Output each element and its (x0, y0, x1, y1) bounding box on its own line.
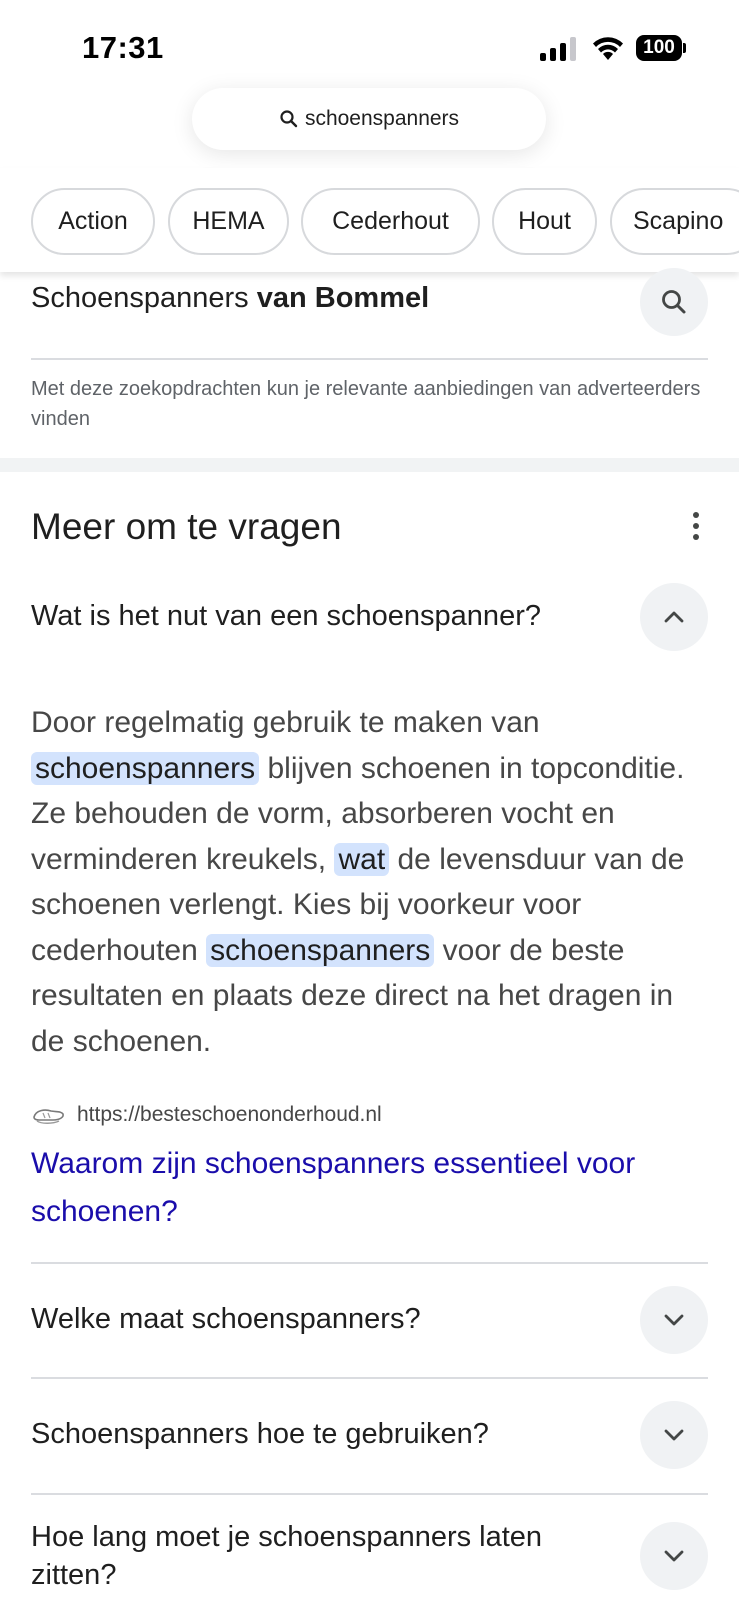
paa-heading: Meer om te vragen (31, 506, 342, 547)
chip-hema[interactable]: HEMA (168, 188, 289, 255)
expand-button[interactable] (640, 1401, 708, 1469)
related-search-button[interactable] (640, 268, 708, 336)
chevron-down-icon (664, 1429, 684, 1441)
ad-disclaimer: Met deze zoekopdrachten kun je relevante… (31, 378, 701, 430)
expand-button[interactable] (640, 1522, 708, 1590)
chevron-down-icon (664, 1314, 684, 1326)
search-icon (280, 110, 298, 128)
status-bar: 17:31 100 (0, 0, 739, 90)
related-search-item[interactable]: Schoenspanners van Bommel (31, 268, 708, 358)
chip-cederhout[interactable]: Cederhout (301, 188, 480, 255)
search-icon (662, 290, 686, 314)
divider (31, 358, 708, 360)
chip-action[interactable]: Action (31, 188, 155, 255)
source-url: https://besteschoenonderhoud.nl (77, 1103, 382, 1126)
paa-question-expanded[interactable]: Wat is het nut van een schoenspanner? (31, 578, 708, 658)
source-row[interactable]: https://besteschoenonderhoud.nl (31, 1100, 382, 1130)
chevron-down-icon (664, 1550, 684, 1562)
section-separator (0, 458, 739, 472)
highlight-term: schoenspanners (206, 933, 435, 967)
wifi-icon (593, 37, 623, 60)
paa-question[interactable]: Welke maat schoenspanners? (31, 1280, 708, 1360)
battery-icon: 100 (636, 35, 686, 61)
search-query: schoenspanners (304, 107, 460, 130)
cellular-signal-icon (540, 37, 576, 61)
shoe-tree-favicon-icon (33, 1109, 64, 1124)
paa-question-label: Hoe lang moet je schoenspanners laten zi… (31, 1521, 543, 1591)
divider (31, 1493, 708, 1495)
divider (31, 1262, 708, 1264)
more-options-icon[interactable] (688, 512, 704, 542)
chip-hout[interactable]: Hout (492, 188, 597, 255)
chip-scapino[interactable]: Scapino (610, 188, 739, 255)
collapse-button[interactable] (640, 583, 708, 651)
battery-level: 100 (636, 35, 682, 61)
source-title-link[interactable]: Waarom zijn schoenspanners essentieel vo… (31, 1140, 691, 1236)
highlight-term: schoenspanners (31, 751, 260, 785)
search-bar[interactable]: schoenspanners (192, 88, 546, 150)
paa-question-label: Schoenspanners hoe te gebruiken? (31, 1418, 489, 1450)
paa-question[interactable]: Hoe lang moet je schoenspanners laten zi… (31, 1510, 708, 1600)
paa-answer: Door regelmatig gebruik te maken van sch… (31, 706, 685, 1058)
chevron-up-icon (664, 611, 684, 623)
divider (31, 1377, 708, 1379)
status-time: 17:31 (82, 30, 164, 65)
paa-question-label: Wat is het nut van een schoenspanner? (31, 600, 541, 632)
related-search-label: Schoenspanners van Bommel (31, 282, 430, 314)
paa-question-label: Welke maat schoenspanners? (31, 1303, 421, 1335)
filter-chips: Action HEMA Cederhout Hout Scapino (0, 168, 739, 272)
highlight-term: wat (334, 842, 390, 876)
expand-button[interactable] (640, 1286, 708, 1354)
paa-question[interactable]: Schoenspanners hoe te gebruiken? (31, 1395, 708, 1475)
